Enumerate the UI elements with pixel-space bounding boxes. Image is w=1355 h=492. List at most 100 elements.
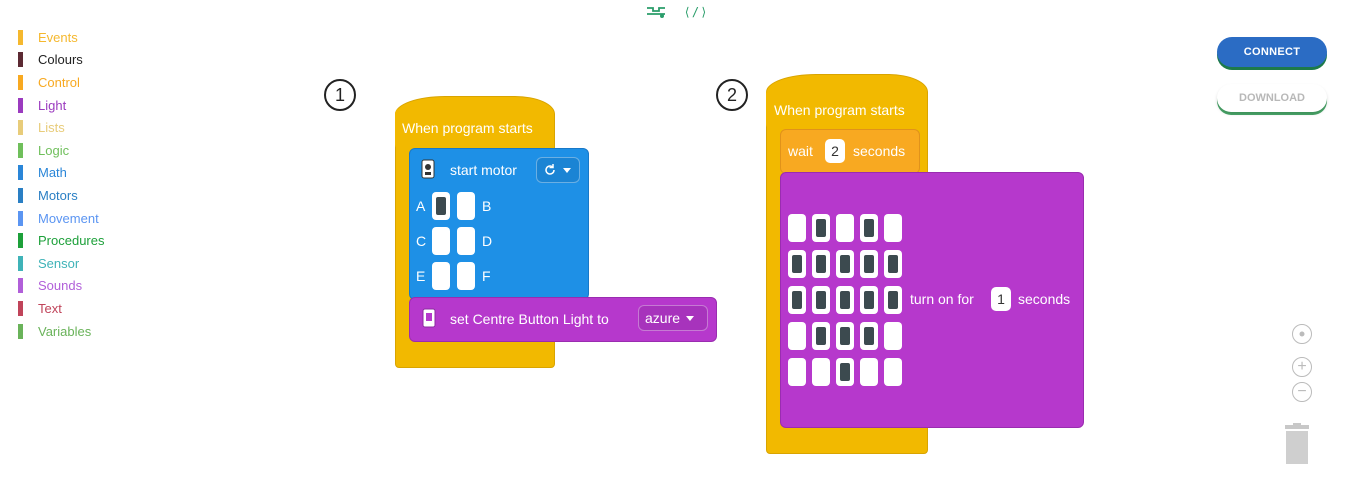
recenter-icon[interactable] [1292, 324, 1312, 344]
light-color-dropdown[interactable]: azure [638, 305, 708, 331]
wait-label: wait [788, 143, 813, 159]
wait-seconds-label: seconds [853, 143, 906, 159]
category-color-bar [18, 29, 23, 45]
led-pixel[interactable] [836, 286, 854, 314]
trash-icon[interactable] [1283, 423, 1311, 465]
category-color-bar [18, 300, 23, 316]
hat-label-2: When program starts [774, 102, 905, 118]
led-pixel[interactable] [812, 250, 830, 278]
category-color-bar [18, 255, 23, 271]
step-marker-1: 1 [324, 79, 356, 111]
led-pixel[interactable] [836, 322, 854, 350]
led-pixel[interactable] [884, 322, 902, 350]
step-marker-2: 2 [716, 79, 748, 111]
led-pixel[interactable] [884, 250, 902, 278]
port-label-b: B [482, 198, 492, 214]
port-label-a: A [416, 198, 426, 214]
category-label: Text [38, 300, 62, 316]
category-text[interactable]: Text [18, 297, 104, 320]
category-color-bar [18, 120, 23, 136]
category-label: Variables [38, 323, 92, 339]
category-movement[interactable]: Movement [18, 207, 104, 230]
led-pixel[interactable] [812, 322, 830, 350]
led-pixel[interactable] [860, 250, 878, 278]
set-light-label: set Centre Button Light to [450, 311, 609, 327]
led-pixel[interactable] [788, 250, 806, 278]
led-pixel[interactable] [812, 286, 830, 314]
category-label: Logic [38, 142, 70, 158]
category-color-bar [18, 210, 23, 226]
led-pixel[interactable] [860, 358, 878, 386]
port-toggle-f[interactable] [457, 262, 475, 290]
category-sounds[interactable]: Sounds [18, 275, 104, 298]
led-pixel[interactable] [788, 214, 806, 242]
category-procedures[interactable]: Procedures [18, 229, 104, 252]
category-label: Colours [38, 52, 83, 68]
turn-on-seconds-input[interactable]: 1 [991, 287, 1011, 311]
category-logic[interactable]: Logic [18, 139, 104, 162]
led-pixel[interactable] [884, 286, 902, 314]
port-toggle-a[interactable] [432, 192, 450, 220]
led-pixel[interactable] [884, 358, 902, 386]
category-motors[interactable]: Motors [18, 184, 104, 207]
zoom-out-button[interactable]: − [1292, 382, 1312, 402]
port-toggle-b[interactable] [457, 192, 475, 220]
blocks-view-icon[interactable] [645, 4, 667, 20]
led-pixel[interactable] [836, 358, 854, 386]
led-pixel[interactable] [788, 322, 806, 350]
port-toggle-c[interactable] [432, 227, 450, 255]
motor-direction-dropdown[interactable] [536, 157, 580, 183]
led-pixel[interactable] [836, 214, 854, 242]
category-label: Light [38, 97, 67, 113]
category-events[interactable]: Events [18, 26, 104, 49]
category-label: Sounds [38, 278, 83, 294]
category-control[interactable]: Control [18, 71, 104, 94]
category-color-bar [18, 323, 23, 339]
category-list: Events Colours Control Light Lists Logic Math M… [18, 26, 104, 342]
led-pixel[interactable] [836, 250, 854, 278]
port-label-e: E [416, 268, 426, 284]
category-label: Procedures [38, 233, 105, 249]
port-label-f: F [482, 268, 491, 284]
category-label: Lists [38, 120, 65, 136]
category-label: Movement [38, 210, 99, 226]
chevron-down-icon [686, 315, 695, 321]
download-button[interactable]: DOWNLOAD [1217, 84, 1327, 112]
start-motor-label: start motor [450, 162, 517, 178]
code-view-icon[interactable]: ⟨/⟩ [684, 4, 708, 20]
category-color-bar [18, 142, 23, 158]
view-toggle: ⟨/⟩ [645, 4, 707, 20]
category-sensor[interactable]: Sensor [18, 252, 104, 275]
category-label: Motors [38, 187, 78, 203]
led-pixel[interactable] [812, 214, 830, 242]
led-pixel[interactable] [788, 358, 806, 386]
port-toggle-e[interactable] [432, 262, 450, 290]
category-color-bar [18, 187, 23, 203]
port-label-d: D [482, 233, 493, 249]
category-math[interactable]: Math [18, 162, 104, 185]
led-pixel[interactable] [860, 286, 878, 314]
category-lists[interactable]: Lists [18, 116, 104, 139]
light-color-value: azure [645, 310, 681, 326]
connect-button[interactable]: CONNECT [1217, 37, 1327, 67]
led-pixel[interactable] [860, 214, 878, 242]
port-toggle-d[interactable] [457, 227, 475, 255]
zoom-in-button[interactable]: + [1292, 357, 1312, 377]
led-pixel[interactable] [788, 286, 806, 314]
category-label: Events [38, 29, 78, 45]
category-label: Control [38, 74, 80, 90]
category-color-bar [18, 165, 23, 181]
wait-seconds-input[interactable]: 2 [825, 139, 845, 163]
motor-icon [421, 159, 435, 184]
led-pixel[interactable] [860, 322, 878, 350]
led-pixel[interactable] [812, 358, 830, 386]
led-pixel[interactable] [884, 214, 902, 242]
category-label: Sensor [38, 255, 80, 271]
category-light[interactable]: Light [18, 94, 104, 117]
port-label-c: C [416, 233, 427, 249]
category-color-bar [18, 278, 23, 294]
hub-button-icon [422, 308, 436, 333]
category-variables[interactable]: Variables [18, 320, 104, 343]
category-colours[interactable]: Colours [18, 49, 104, 72]
rotate-clockwise-icon [545, 164, 555, 175]
